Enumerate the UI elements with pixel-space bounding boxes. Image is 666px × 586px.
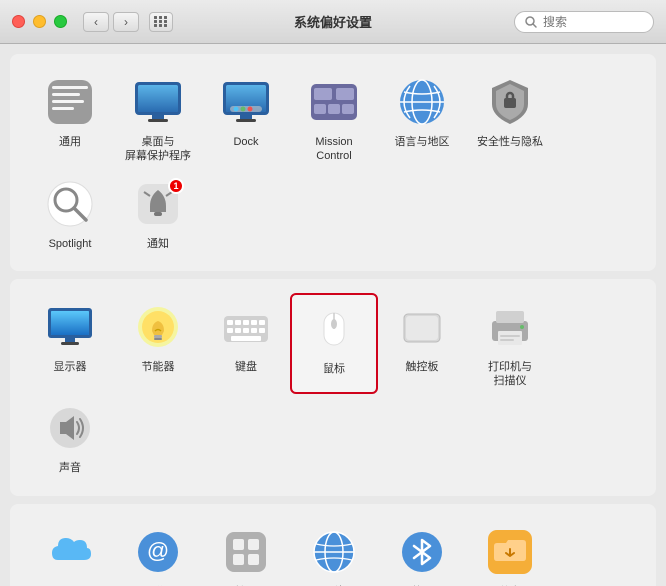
desktop-label: 桌面与屏幕保护程序 (125, 135, 191, 164)
network-icon (306, 524, 362, 580)
spotlight-label: Spotlight (49, 237, 92, 251)
item-internet[interactable]: @ 互联网帐户 (114, 518, 202, 586)
energy-icon (130, 299, 186, 355)
general-icon (42, 74, 98, 130)
item-display[interactable]: 显示器 (26, 293, 114, 395)
extensions-icon (218, 524, 274, 580)
printer-label: 打印机与扫描仪 (488, 360, 532, 389)
maximize-button[interactable] (54, 15, 67, 28)
item-desktop[interactable]: 桌面与屏幕保护程序 (114, 68, 202, 170)
item-notification[interactable]: 1 通知 (114, 170, 202, 257)
item-keyboard[interactable]: 键盘 (202, 293, 290, 395)
general-label: 通用 (59, 135, 81, 149)
desktop-icon (130, 74, 186, 130)
keyboard-icon (218, 299, 274, 355)
language-label: 语言与地区 (395, 135, 450, 149)
forward-button[interactable]: › (113, 12, 139, 32)
svg-text:@: @ (147, 538, 169, 563)
energy-label: 节能器 (142, 360, 175, 374)
language-icon (394, 74, 450, 130)
mouse-icon (306, 301, 362, 357)
section-internet: iCloud @ 互联网帐户 (10, 504, 656, 586)
item-sharing[interactable]: 共享 (466, 518, 554, 586)
item-printer[interactable]: 打印机与扫描仪 (466, 293, 554, 395)
sharing-icon (482, 524, 538, 580)
nav-buttons: ‹ › (83, 12, 139, 32)
item-general[interactable]: 通用 (26, 68, 114, 170)
security-label: 安全性与隐私 (477, 135, 543, 149)
trackpad-icon (394, 299, 450, 355)
keyboard-label: 键盘 (235, 360, 257, 374)
search-icon (525, 16, 537, 28)
dock-icon (218, 74, 274, 130)
item-energy[interactable]: 节能器 (114, 293, 202, 395)
item-icloud[interactable]: iCloud (26, 518, 114, 586)
display-label: 显示器 (54, 360, 87, 374)
titlebar: ‹ › 系统偏好设置 (0, 0, 666, 44)
search-input[interactable] (543, 15, 643, 29)
section-personal: 通用 (10, 54, 656, 271)
window-title: 系统偏好设置 (294, 12, 372, 31)
item-trackpad[interactable]: 触控板 (378, 293, 466, 395)
item-dock[interactable]: Dock (202, 68, 290, 170)
item-mission[interactable]: MissionControl (290, 68, 378, 170)
internet-icon: @ (130, 524, 186, 580)
mouse-label: 鼠标 (323, 362, 345, 376)
item-security[interactable]: 安全性与隐私 (466, 68, 554, 170)
sound-label: 声音 (59, 461, 81, 475)
close-button[interactable] (12, 15, 25, 28)
trackpad-label: 触控板 (406, 360, 439, 374)
content-area: 通用 (0, 44, 666, 586)
display-icon (42, 299, 98, 355)
section-hardware: 显示器 节能器 (10, 279, 656, 496)
grid-button[interactable] (149, 12, 173, 32)
notification-icon: 1 (130, 176, 186, 232)
notification-label: 通知 (147, 237, 169, 251)
item-network[interactable]: 网络 (290, 518, 378, 586)
item-language[interactable]: 语言与地区 (378, 68, 466, 170)
item-extensions[interactable]: 扩展 (202, 518, 290, 586)
sound-icon (42, 400, 98, 456)
search-box[interactable] (514, 11, 654, 33)
printer-icon (482, 299, 538, 355)
security-icon (482, 74, 538, 130)
item-mouse[interactable]: 鼠标 (290, 293, 378, 395)
back-button[interactable]: ‹ (83, 12, 109, 32)
spotlight-icon (42, 176, 98, 232)
traffic-lights (12, 15, 67, 28)
icloud-icon (42, 524, 98, 580)
mission-label: MissionControl (315, 135, 352, 164)
item-spotlight[interactable]: Spotlight (26, 170, 114, 257)
dock-label: Dock (233, 135, 258, 149)
minimize-button[interactable] (33, 15, 46, 28)
item-bluetooth[interactable]: 蓝牙 (378, 518, 466, 586)
item-sound[interactable]: 声音 (26, 394, 114, 481)
bluetooth-icon (394, 524, 450, 580)
mission-icon (306, 74, 362, 130)
